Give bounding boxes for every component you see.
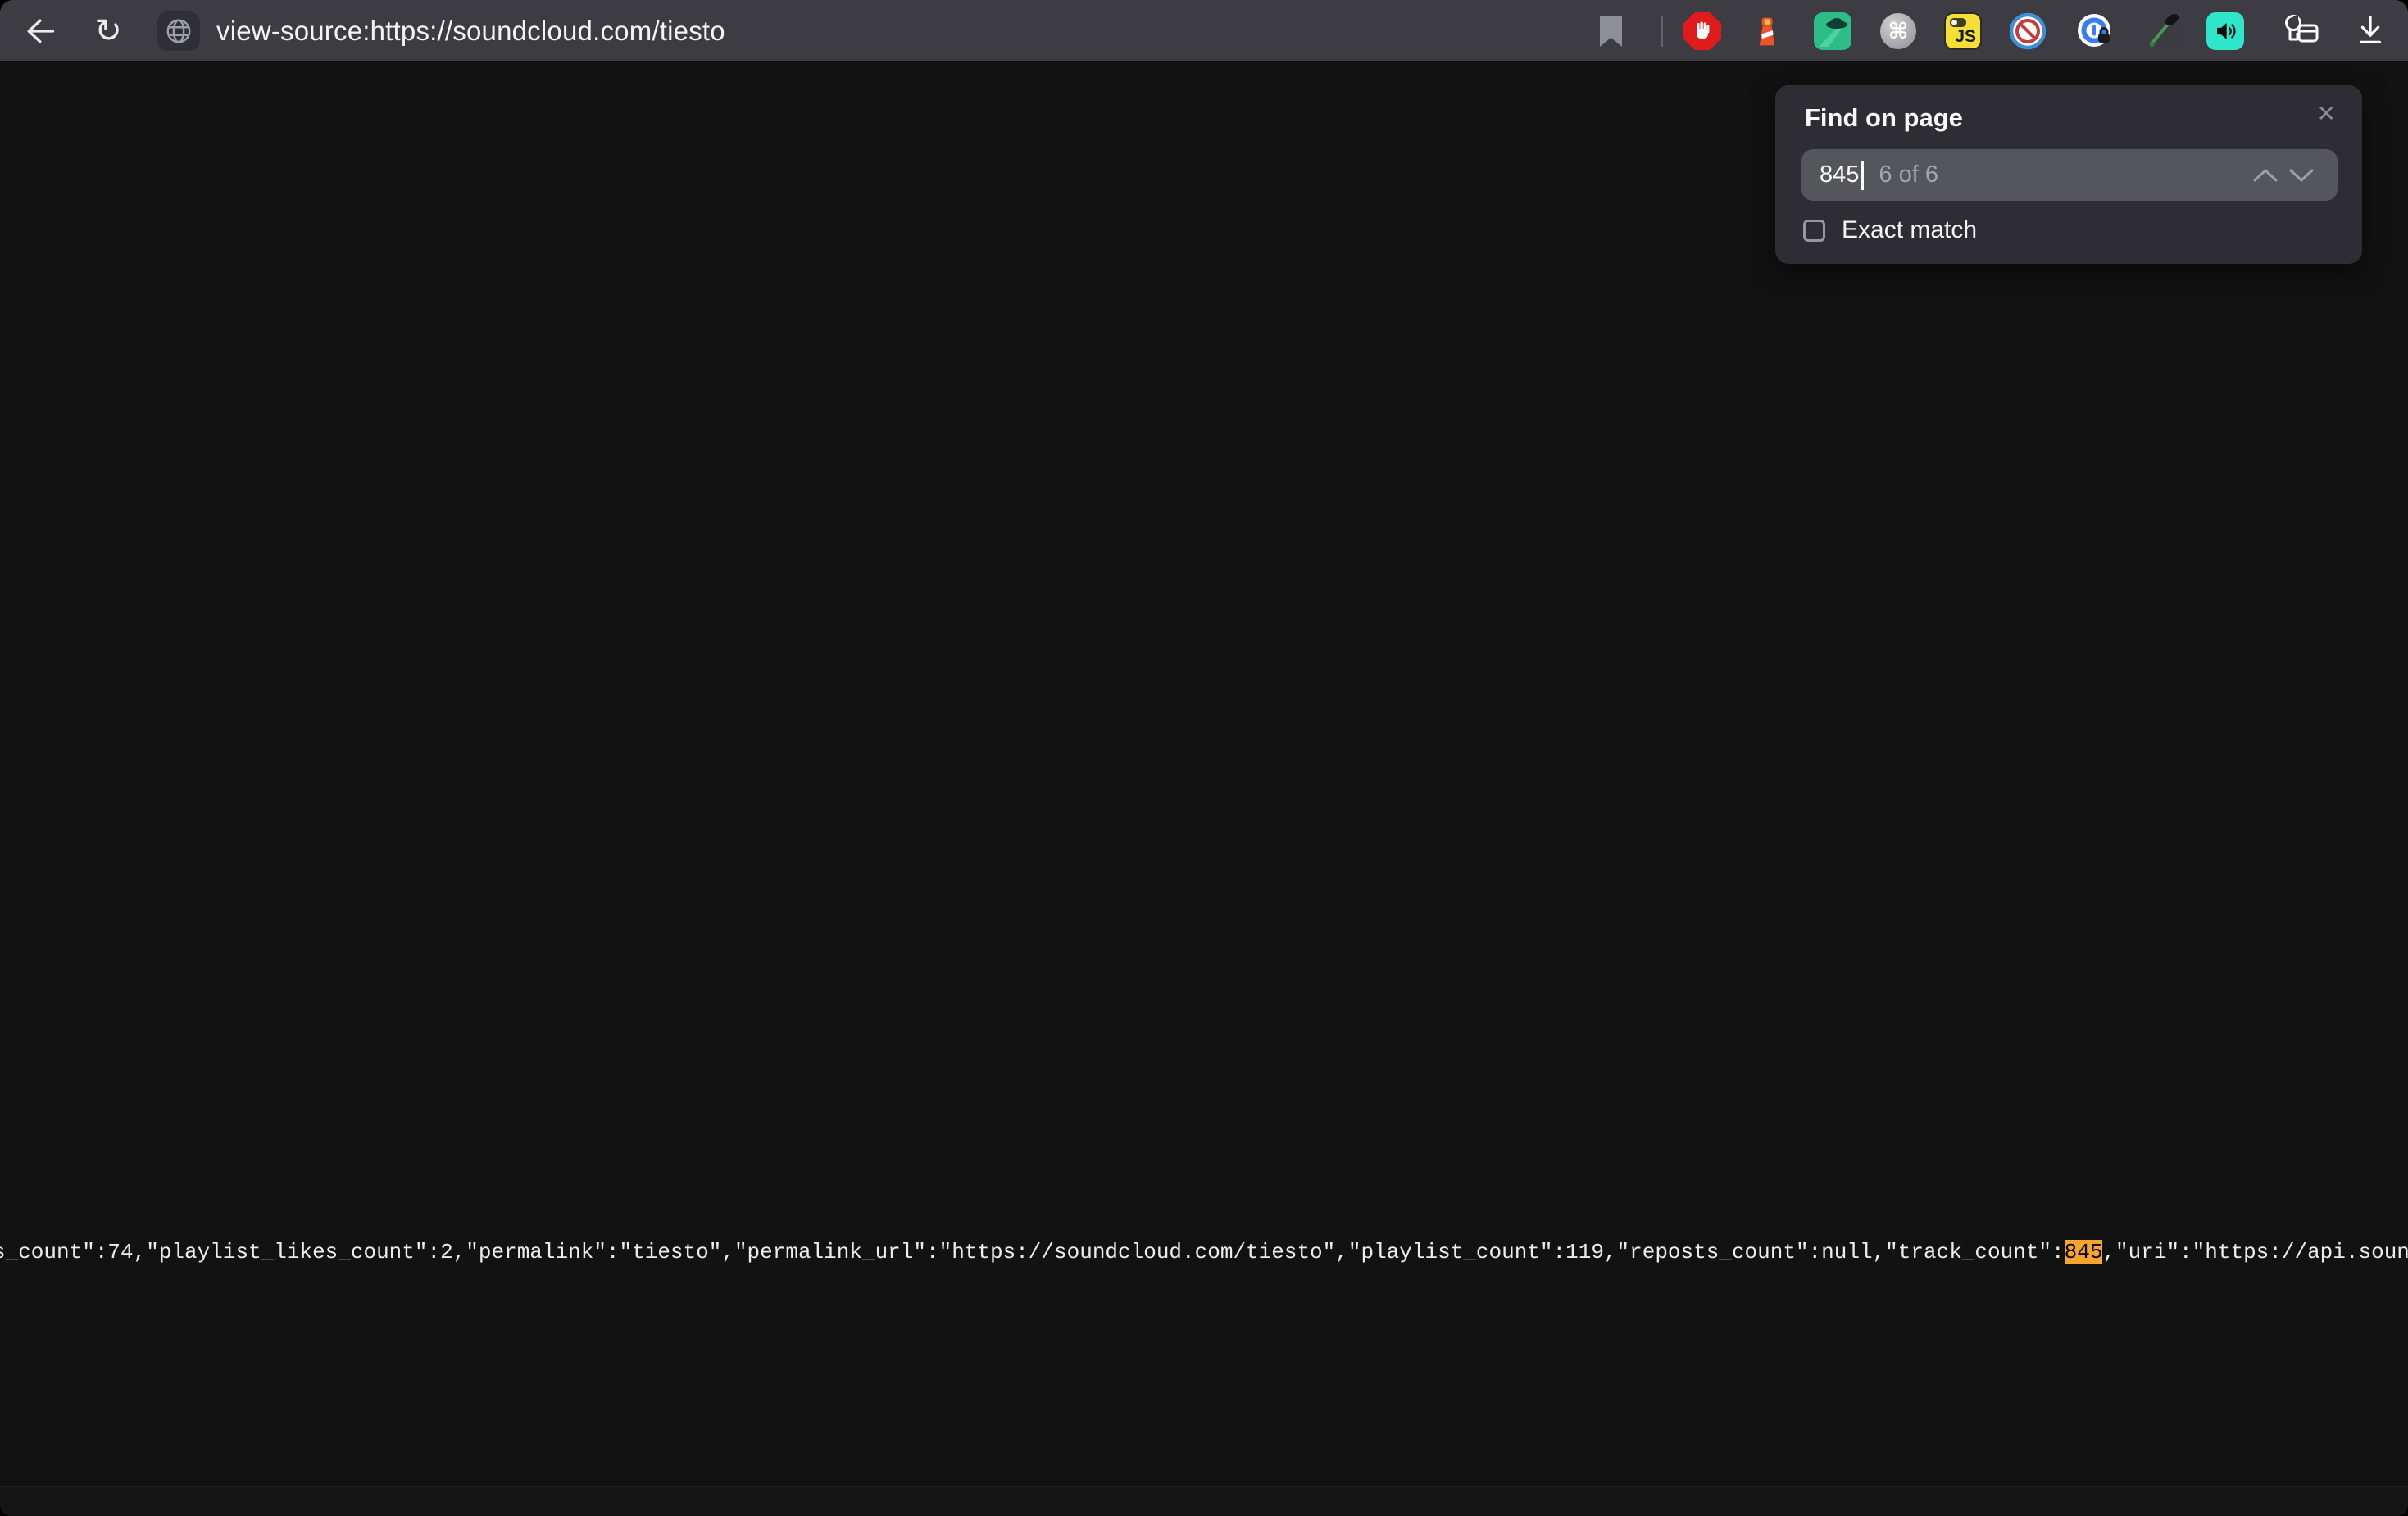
match-count: 6 of 6: [1879, 161, 1938, 188]
extension-content-blocker[interactable]: [1683, 12, 1721, 50]
key-window-icon: [2281, 12, 2320, 50]
exact-match-option[interactable]: Exact match: [1803, 216, 1977, 244]
exact-match-label: Exact match: [1842, 216, 1977, 244]
extension-ufo[interactable]: [1814, 12, 1851, 50]
extension-userscripts[interactable]: [2147, 12, 2184, 50]
source-after-match: ,"uri":"https://api.soun: [2102, 1240, 2408, 1264]
extension-onepassword[interactable]: [2076, 12, 2114, 50]
extension-shortcuts[interactable]: ⌘: [1879, 12, 1917, 50]
js-toggle-icon: JS: [1944, 12, 1982, 50]
toggle-icon: [1950, 18, 1966, 27]
toolbar-divider: [1661, 16, 1663, 47]
stop-hand-icon: [1683, 12, 1721, 50]
back-button[interactable]: [21, 13, 57, 49]
source-text: s_count":74,"playlist_likes_count":2,"pe…: [0, 1238, 2408, 1266]
find-search-input[interactable]: 845 6 of 6: [1801, 149, 2338, 201]
lighthouse-icon: [1750, 14, 1784, 48]
previous-match-button[interactable]: [2247, 159, 2283, 192]
extension-javascript-toggle[interactable]: JS: [1944, 12, 1982, 50]
next-match-button[interactable]: [2283, 159, 2319, 192]
source-before-match: s_count":74,"playlist_likes_count":2,"pe…: [0, 1240, 2065, 1264]
ufo-icon: [1814, 12, 1851, 50]
reload-icon: ↻: [94, 13, 122, 49]
command-icon: ⌘: [1880, 13, 1916, 49]
ban-icon: [2009, 12, 2047, 50]
highlighted-match: 845: [2065, 1240, 2103, 1264]
speaker-icon: [2206, 12, 2244, 50]
text-caret: [1861, 161, 1864, 190]
horizontal-scrollbar-track[interactable]: [0, 1486, 2408, 1516]
browser-toolbar: ↻ view-source:https://soundcloud.com/tie…: [0, 0, 2408, 62]
download-icon: [2351, 12, 2389, 50]
exact-match-checkbox[interactable]: [1803, 220, 1825, 242]
extension-volume[interactable]: [2206, 12, 2244, 50]
address-bar[interactable]: view-source:https://soundcloud.com/tiest…: [216, 0, 725, 62]
globe-icon: [165, 17, 193, 45]
onepassword-icon: [2076, 12, 2114, 50]
find-panel-title: Find on page: [1805, 103, 1963, 133]
extension-blocker[interactable]: [2009, 12, 2047, 50]
eyedropper-icon: [2147, 12, 2184, 50]
downloads-button[interactable]: [2351, 12, 2389, 50]
reload-button[interactable]: ↻: [90, 13, 126, 49]
find-query-text: 845: [1820, 161, 1859, 188]
browser-window: ↻ view-source:https://soundcloud.com/tie…: [0, 0, 2408, 1516]
extension-lighthouse[interactable]: [1748, 12, 1786, 50]
find-on-page-panel: Find on page ✕ 845 6 of 6 Exact match: [1775, 85, 2362, 264]
extension-tab-copy[interactable]: [2280, 12, 2321, 50]
close-icon[interactable]: ✕: [2314, 97, 2339, 130]
chevron-down-icon: [2288, 168, 2315, 183]
page-source-line: s_count":74,"playlist_likes_count":2,"pe…: [0, 1238, 2408, 1266]
chevron-up-icon: [2251, 168, 2279, 183]
site-identity-chip[interactable]: [157, 11, 200, 51]
back-arrow-icon: [21, 13, 57, 49]
bookmark-icon[interactable]: [1600, 16, 1622, 47]
js-label: JS: [1955, 27, 1976, 47]
